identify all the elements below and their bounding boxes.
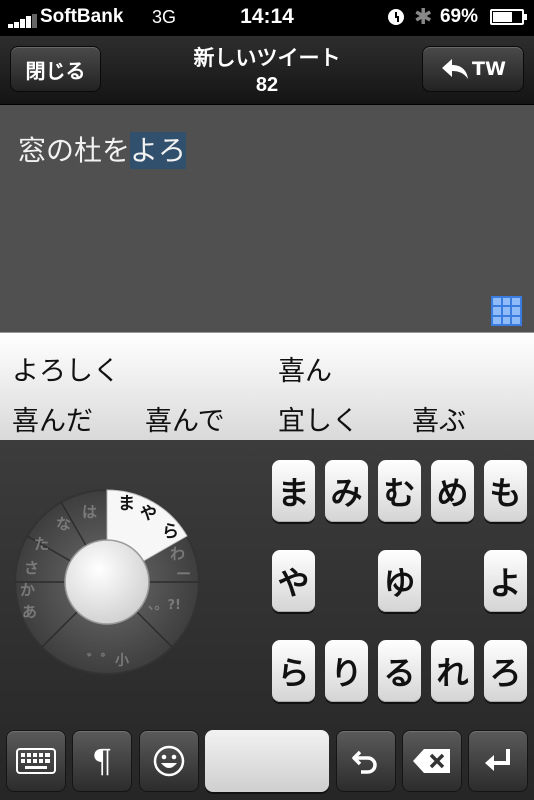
- tweet-button-label: TW: [472, 58, 506, 80]
- pilcrow-button[interactable]: ¶: [72, 730, 132, 792]
- wheel-punct: 、。?!: [148, 598, 181, 613]
- wheel-ya: や: [140, 504, 157, 524]
- wheel-small: ゛゜小: [86, 652, 129, 669]
- candidate-item[interactable]: 宜しく: [278, 399, 359, 438]
- key-mu[interactable]: む: [378, 460, 421, 522]
- keyboard-switch-button[interactable]: [6, 730, 66, 792]
- key-mi[interactable]: み: [325, 460, 368, 522]
- navigation-bar: 閉じる 新しいツイート 82 TW: [0, 36, 534, 105]
- wheel-sa: さ: [24, 559, 39, 577]
- tweet-button[interactable]: TW: [422, 46, 524, 92]
- bluetooth-icon: ✱: [414, 4, 433, 29]
- key-ri[interactable]: り: [325, 640, 368, 702]
- wheel-ta: た: [34, 535, 49, 553]
- return-button[interactable]: [468, 730, 528, 792]
- key-me[interactable]: め: [431, 460, 474, 522]
- candidate-item[interactable]: 喜ぶ: [412, 399, 466, 438]
- tweet-compose-area[interactable]: 窓の杜をよろ: [0, 105, 534, 332]
- return-icon: [485, 749, 510, 771]
- wheel-ra: ら: [162, 522, 179, 542]
- key-ya[interactable]: や: [272, 550, 315, 612]
- backspace-button[interactable]: [402, 730, 462, 792]
- space-key[interactable]: [205, 730, 329, 792]
- wheel-ka: か: [20, 581, 35, 599]
- key-ra[interactable]: ら: [272, 640, 315, 702]
- keyboard-icon: [16, 748, 56, 774]
- battery-percent: 69%: [439, 6, 478, 27]
- key-ro[interactable]: ろ: [484, 640, 527, 702]
- status-bar: SoftBank 3G 14:14 ✱ 69%: [0, 0, 534, 36]
- kana-wheel[interactable]: ま や ら わ ー 、。?! ゛゜小 あ か さ た な は: [12, 487, 202, 677]
- wheel-a: あ: [22, 603, 37, 621]
- wheel-dash: ー: [176, 565, 191, 583]
- undo-icon: [352, 750, 377, 774]
- candidate-item[interactable]: 喜んだ: [12, 399, 93, 438]
- key-re[interactable]: れ: [431, 640, 474, 702]
- wheel-ma: ま: [118, 494, 135, 514]
- key-yu[interactable]: ゆ: [378, 550, 421, 612]
- grid-icon[interactable]: [491, 296, 522, 326]
- battery-icon: [490, 9, 527, 25]
- key-mo[interactable]: も: [484, 460, 527, 522]
- undo-button[interactable]: [336, 730, 396, 792]
- wheel-wa: わ: [170, 545, 185, 563]
- pilcrow-label: ¶: [91, 742, 113, 780]
- alarm-icon: [388, 9, 404, 25]
- composing-text: よろ: [130, 132, 187, 169]
- candidate-item[interactable]: 喜ん: [278, 349, 332, 388]
- conversion-candidates: よろしく 喜ん 喜んだ 喜んで 宜しく 喜ぶ: [0, 332, 534, 441]
- key-yo[interactable]: よ: [484, 550, 527, 612]
- reply-arrow-icon: [442, 59, 469, 79]
- key-ma[interactable]: ま: [272, 460, 315, 522]
- candidate-item[interactable]: よろしく: [12, 349, 120, 388]
- smiley-icon: [153, 745, 185, 777]
- emoji-button[interactable]: [139, 730, 199, 792]
- wheel-ha: は: [82, 503, 97, 521]
- committed-text: 窓の杜を: [18, 134, 131, 167]
- wheel-center-button[interactable]: [64, 539, 150, 625]
- wheel-na: な: [56, 515, 71, 533]
- tweet-text[interactable]: 窓の杜をよろ: [18, 129, 187, 169]
- candidate-item[interactable]: 喜んで: [145, 399, 225, 438]
- backspace-icon: [413, 749, 450, 773]
- key-ru[interactable]: る: [378, 640, 421, 702]
